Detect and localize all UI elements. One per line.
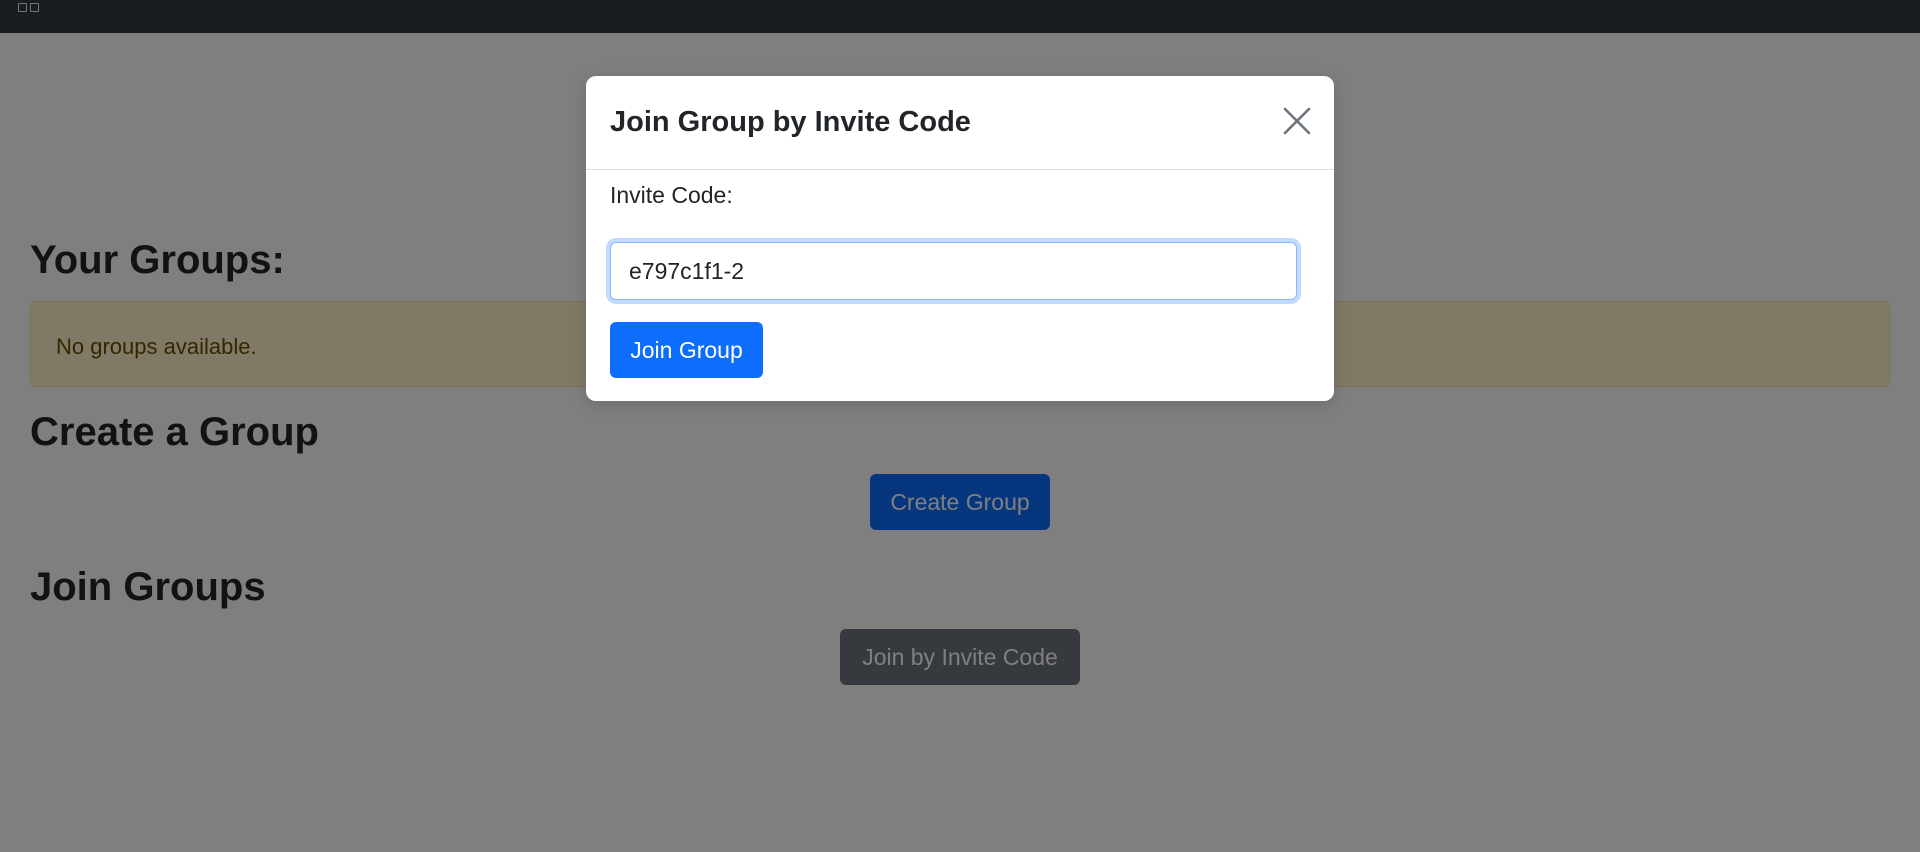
close-icon-glyph xyxy=(1283,107,1311,135)
join-group-submit-button[interactable]: Join Group xyxy=(610,322,763,378)
modal-title: Join Group by Invite Code xyxy=(610,106,971,138)
invite-code-label: Invite Code: xyxy=(610,182,733,208)
invite-code-input[interactable] xyxy=(610,242,1297,300)
close-icon[interactable] xyxy=(1280,104,1314,138)
modal-header: Join Group by Invite Code xyxy=(586,76,1334,170)
